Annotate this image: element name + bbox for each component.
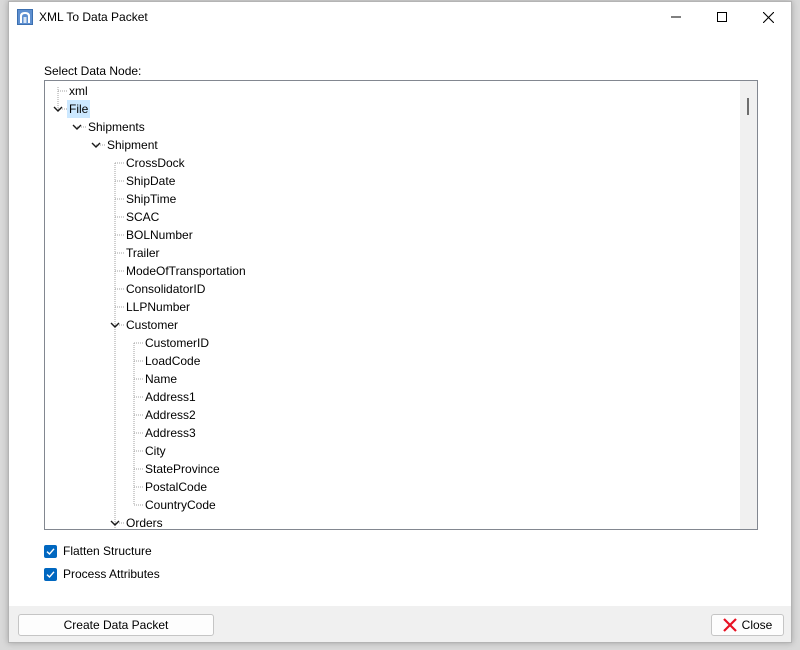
dialog-footer: Create Data Packet Close <box>9 606 791 642</box>
chevron-down-icon[interactable] <box>71 121 83 133</box>
tree-node-shipments[interactable]: Shipments <box>88 118 145 136</box>
chevron-down-icon[interactable] <box>90 139 102 151</box>
flatten-structure-label: Flatten Structure <box>63 544 152 558</box>
tree-node-shiptime[interactable]: ShipTime <box>126 190 176 208</box>
close-button[interactable]: Close <box>711 614 784 636</box>
tree-node-customer[interactable]: Customer <box>126 316 178 334</box>
tree-node-customerid[interactable]: CustomerID <box>145 334 209 352</box>
process-attributes-option[interactable]: Process Attributes <box>44 566 160 582</box>
tree-node-trailer[interactable]: Trailer <box>126 244 160 262</box>
tree-node-xml[interactable]: xml <box>69 82 88 100</box>
close-icon <box>762 11 774 23</box>
flatten-structure-option[interactable]: Flatten Structure <box>44 543 152 559</box>
tree-node-bolnumber[interactable]: BOLNumber <box>126 226 193 244</box>
app-icon <box>17 9 33 25</box>
tree-node-address2[interactable]: Address2 <box>145 406 196 424</box>
minimize-icon <box>671 16 681 18</box>
close-x-icon <box>722 618 737 632</box>
tree-node-stateprovince[interactable]: StateProvince <box>145 460 220 478</box>
window-close-button[interactable] <box>745 2 791 32</box>
title-bar[interactable]: XML To Data Packet <box>9 2 791 32</box>
window-title: XML To Data Packet <box>39 10 148 24</box>
tree-node-llpnumber[interactable]: LLPNumber <box>126 298 190 316</box>
close-button-label: Close <box>741 618 773 632</box>
chevron-down-icon[interactable] <box>109 517 121 529</box>
dialog-window: XML To Data Packet Select Data Node: xml… <box>8 1 792 643</box>
tree-node-shipment[interactable]: Shipment <box>107 136 158 154</box>
maximize-icon <box>717 12 727 22</box>
tree-node-postalcode[interactable]: PostalCode <box>145 478 207 496</box>
checkmark-icon <box>46 547 55 555</box>
tree-node-scac[interactable]: SCAC <box>126 208 159 226</box>
tree-node-address3[interactable]: Address3 <box>145 424 196 442</box>
minimize-button[interactable] <box>653 2 699 32</box>
tree-node-city[interactable]: City <box>145 442 166 460</box>
tree-node-crossdock[interactable]: CrossDock <box>126 154 185 172</box>
tree-node-loadcode[interactable]: LoadCode <box>145 352 200 370</box>
process-attributes-label: Process Attributes <box>63 567 160 581</box>
data-node-tree[interactable]: xml File Shipments Shipment CrossDock ShipDat… <box>44 80 758 530</box>
process-attributes-checkbox[interactable] <box>44 567 57 581</box>
checkmark-icon <box>46 570 55 578</box>
chevron-down-icon[interactable] <box>109 319 121 331</box>
tree-node-file[interactable]: File <box>67 100 91 118</box>
dialog-body: Select Data Node: xml File Shipments Shipme… <box>9 32 791 606</box>
chevron-down-icon[interactable] <box>52 103 64 115</box>
tree-node-modeoftransportation[interactable]: ModeOfTransportation <box>126 262 246 280</box>
scrollbar-thumb[interactable] <box>747 98 749 115</box>
tree-node-address1[interactable]: Address1 <box>145 388 196 406</box>
tree-node-countrycode[interactable]: CountryCode <box>145 496 216 514</box>
flatten-structure-checkbox[interactable] <box>44 544 57 558</box>
tree-node-shipdate[interactable]: ShipDate <box>126 172 175 190</box>
tree-node-name[interactable]: Name <box>145 370 177 388</box>
tree-node-consolidatorid[interactable]: ConsolidatorID <box>126 280 205 298</box>
select-data-node-label: Select Data Node: <box>44 64 142 78</box>
create-data-packet-button[interactable]: Create Data Packet <box>18 614 214 636</box>
tree-vertical-scrollbar[interactable] <box>740 81 757 529</box>
tree-node-orders[interactable]: Orders <box>126 514 163 529</box>
maximize-button[interactable] <box>699 2 745 32</box>
